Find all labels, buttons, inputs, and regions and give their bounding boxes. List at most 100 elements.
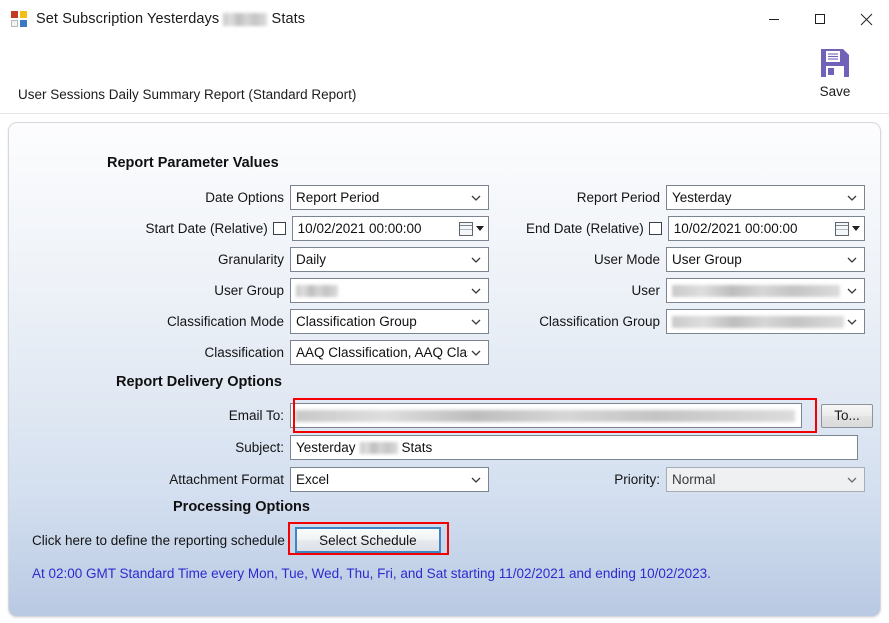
row-end-date: End Date (Relative) 10/02/2021 00:00:00 [507,216,865,241]
chevron-down-icon [470,316,482,328]
label-start-date-relative: (Relative) [210,221,268,236]
report-title: User Sessions Daily Summary Report (Stan… [18,87,357,102]
window-title-suffix: Stats [271,11,306,27]
chevron-down-icon [470,192,482,204]
row-priority: Priority: Normal [611,467,865,492]
row-classification-group: Classification Group [507,309,865,334]
chevron-down-icon [470,254,482,266]
row-attachment-format: Attachment Format Excel [129,467,489,492]
classification-group-value-redacted [672,315,844,328]
end-date-picker[interactable] [835,221,860,236]
label-classification-mode: Classification Mode [166,314,284,329]
label-email-to: Email To: [228,408,284,423]
row-classification-mode: Classification Mode Classification Group [129,309,489,334]
section-title-processing: Processing Options [173,499,310,515]
end-date-value: 10/02/2021 00:00:00 [673,221,798,236]
label-classification: Classification [204,345,284,360]
end-date-relative-checkbox[interactable] [648,222,662,235]
granularity-value: Daily [296,252,327,267]
chevron-down-icon [846,192,858,204]
label-granularity: Granularity [217,252,284,267]
row-user-mode: User Mode User Group [507,247,865,272]
classification-group-select[interactable] [666,309,865,334]
title-bar: Set Subscription Yesterdays Stats [0,0,889,38]
window-controls [751,0,889,38]
calendar-icon [835,221,849,236]
email-to-input[interactable] [290,403,802,428]
app-squares-icon [11,11,27,27]
label-classification-group: Classification Group [539,314,660,329]
label-end-date: End Date [526,221,583,236]
chevron-down-icon [846,254,858,266]
triangle-down-icon [852,226,860,231]
subject-input[interactable]: Yesterday Stats [290,435,858,460]
window-title-redacted [223,12,268,26]
label-priority: Priority: [614,472,660,487]
priority-select[interactable]: Normal [666,467,865,492]
user-select[interactable] [666,278,865,303]
maximize-icon[interactable] [797,0,843,38]
date-options-select[interactable]: Report Period [290,185,489,210]
attachment-format-value: Excel [296,472,330,487]
select-schedule-button[interactable]: Select Schedule [294,527,441,553]
subject-value-redacted [359,441,398,454]
row-granularity: Granularity Daily [129,247,489,272]
start-date-relative-checkbox[interactable] [272,222,286,235]
label-start-date: Start Date [145,221,207,236]
row-user-group: User Group [129,278,489,303]
save-button[interactable]: Save [803,43,867,99]
report-period-select[interactable]: Yesterday [666,185,865,210]
label-subject: Subject: [235,440,284,455]
row-report-period: Report Period Yesterday [507,185,865,210]
date-options-value: Report Period [296,190,380,205]
end-date-input[interactable]: 10/02/2021 00:00:00 [667,216,865,241]
label-user-mode: User Mode [593,252,660,267]
save-button-label: Save [819,84,851,99]
window-title: Set Subscription Yesterdays Stats [36,11,305,27]
triangle-down-icon [476,226,484,231]
granularity-select[interactable]: Daily [290,247,489,272]
priority-value: Normal [672,472,716,487]
label-user-group: User Group [214,283,284,298]
user-group-value-redacted [296,284,338,297]
start-date-value: 10/02/2021 00:00:00 [297,221,422,236]
schedule-hint: Click here to define the reporting sched… [32,532,285,548]
label-date-options: Date Options [205,190,284,205]
user-group-select[interactable] [290,278,489,303]
subject-value-suffix: Stats [401,440,433,455]
floppy-disk-save-icon [815,43,855,83]
attachment-format-select[interactable]: Excel [290,467,489,492]
email-to-value-redacted [295,409,795,422]
minimize-icon[interactable] [751,0,797,38]
row-email-to: Email To: To... [189,403,873,428]
classification-mode-select[interactable]: Classification Group [290,309,489,334]
user-value-redacted [672,284,840,297]
subject-value-prefix: Yesterday [296,440,356,455]
row-date-options: Date Options Report Period [129,185,489,210]
user-mode-value: User Group [672,252,742,267]
row-select-schedule: Click here to define the reporting sched… [32,527,441,553]
close-icon[interactable] [843,0,889,38]
chevron-down-icon [846,474,858,486]
classification-value: AAQ Classification, AAQ Clas [296,345,468,360]
label-end-date-relative: (Relative) [586,221,644,236]
section-title-delivery: Report Delivery Options [116,374,282,390]
chevron-down-icon [470,347,482,359]
row-classification: Classification AAQ Classification, AAQ C… [129,340,489,365]
to-button[interactable]: To... [821,403,873,428]
row-user: User [507,278,865,303]
report-header-bar: User Sessions Daily Summary Report (Stan… [0,38,889,114]
user-mode-select[interactable]: User Group [666,247,865,272]
chevron-down-icon [470,285,482,297]
classification-select[interactable]: AAQ Classification, AAQ Clas [290,340,489,365]
start-date-input[interactable]: 10/02/2021 00:00:00 [291,216,489,241]
row-start-date: Start Date (Relative) 10/02/2021 00:00:0… [129,216,489,241]
row-subject: Subject: Yesterday Stats [189,435,858,460]
settings-panel: Report Parameter Values Date Options Rep… [8,122,881,617]
set-subscription-window: Set Subscription Yesterdays Stats User S… [0,0,889,623]
calendar-icon [459,221,473,236]
panel-area: Report Parameter Values Date Options Rep… [0,114,889,623]
start-date-picker[interactable] [459,221,484,236]
label-attachment-format: Attachment Format [169,472,284,487]
schedule-summary-text: At 02:00 GMT Standard Time every Mon, Tu… [32,566,711,581]
